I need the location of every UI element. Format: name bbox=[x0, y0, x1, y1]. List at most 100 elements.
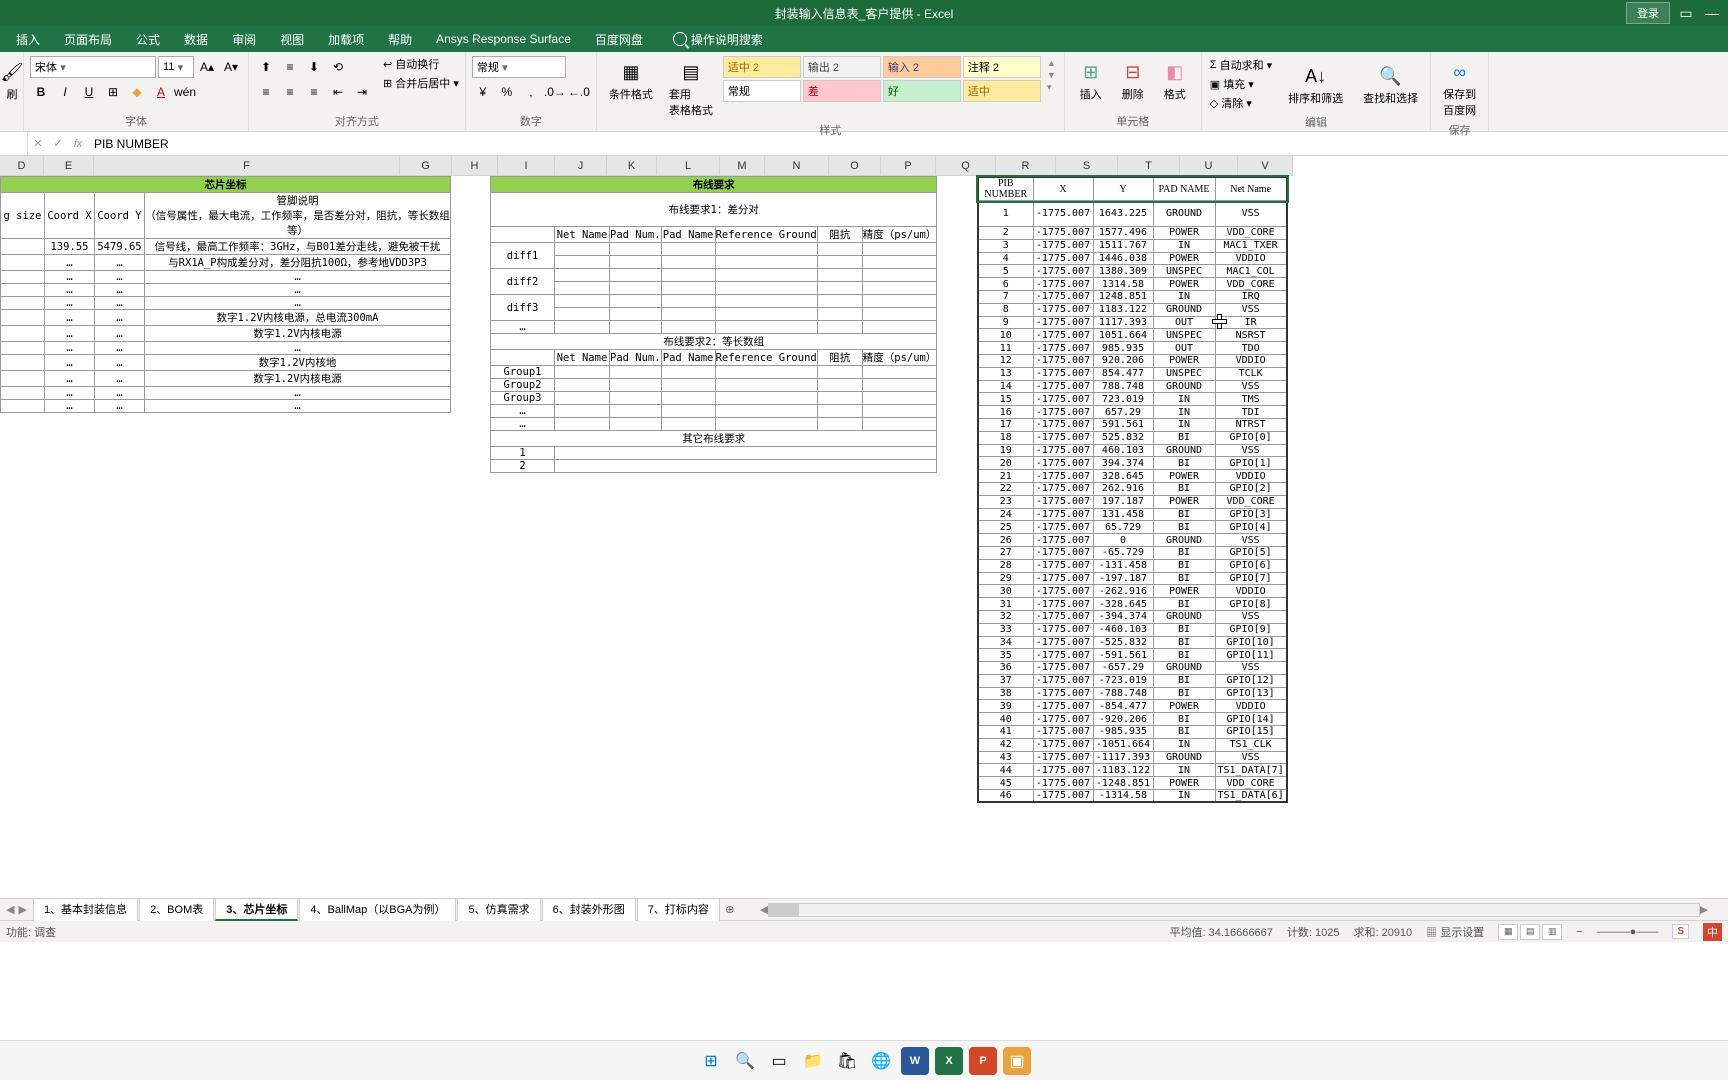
table-row[interactable]: 13-1775.007854.477UNSPECTCLK bbox=[978, 367, 1287, 380]
insert-cells-button[interactable]: ⊞插入 bbox=[1071, 56, 1111, 104]
column-header[interactable]: O bbox=[829, 156, 881, 176]
sheet-tab[interactable]: 5、仿真需求 bbox=[457, 898, 540, 921]
style-neutral2[interactable]: 适中 2 bbox=[723, 56, 801, 78]
table-row[interactable]: 3-1775.0071511.767INMAC1_TXER bbox=[978, 239, 1287, 252]
table-row[interactable]: 7-1775.0071248.851INIRQ bbox=[978, 290, 1287, 303]
table-row[interactable]: 9-1775.0071117.393OUTIR bbox=[978, 316, 1287, 329]
column-header[interactable]: M bbox=[720, 156, 765, 176]
font-color-button[interactable]: A bbox=[150, 81, 172, 103]
underline-button[interactable]: U bbox=[78, 81, 100, 103]
table-row[interactable]: 4-1775.0071446.038POWERVDDIO bbox=[978, 252, 1287, 265]
table-row[interactable]: 20-1775.007394.374BIGPIO[1] bbox=[978, 457, 1287, 470]
table-row[interactable]: 27-1775.007-65.729BIGPIO[5] bbox=[978, 546, 1287, 559]
percent-icon[interactable]: % bbox=[496, 81, 518, 103]
sheet-tab[interactable]: 4、BallMap（以BGA为例） bbox=[299, 898, 456, 921]
column-header[interactable]: L bbox=[657, 156, 720, 176]
table-row[interactable]: 32-1775.007-394.374GROUNDVSS bbox=[978, 610, 1287, 623]
enter-formula-icon[interactable]: ✓ bbox=[48, 137, 68, 150]
routing-req-table[interactable]: 布线要求 布线要求1：差分对 Net NamePad Num. Pad Name… bbox=[490, 176, 937, 473]
tab-insert[interactable]: 插入 bbox=[4, 26, 52, 52]
save-baidu-button[interactable]: ∞保存到 百度网 bbox=[1437, 56, 1482, 120]
column-header[interactable]: Q bbox=[936, 156, 996, 176]
add-sheet-button[interactable]: ⊕ bbox=[720, 903, 740, 916]
align-middle-icon[interactable]: ≡ bbox=[279, 56, 301, 78]
worksheet-grid[interactable]: DEFGHIJKLMNOPQRSTUV 芯片坐标 g size Coord X … bbox=[0, 156, 1728, 898]
merge-center-button[interactable]: ⊞ 合并后居中 ▾ bbox=[383, 75, 459, 91]
column-headers[interactable]: DEFGHIJKLMNOPQRSTUV bbox=[0, 156, 1728, 176]
column-header[interactable]: S bbox=[1056, 156, 1118, 176]
style-normal[interactable]: 常规 bbox=[723, 80, 801, 102]
column-header[interactable]: N bbox=[765, 156, 829, 176]
app-icon[interactable]: ▣ bbox=[1003, 1047, 1031, 1075]
bold-button[interactable]: B bbox=[30, 81, 52, 103]
tab-review[interactable]: 审阅 bbox=[220, 26, 268, 52]
gallery-up-icon[interactable]: ▲ bbox=[1047, 58, 1056, 68]
table-row[interactable]: 12-1775.007920.206POWERVDDIO bbox=[978, 354, 1287, 367]
ribbon-display-icon[interactable]: ▭ bbox=[1676, 4, 1696, 22]
name-box[interactable] bbox=[0, 132, 28, 155]
align-right-icon[interactable]: ≡ bbox=[303, 81, 325, 103]
column-header[interactable]: U bbox=[1180, 156, 1238, 176]
column-header[interactable]: D bbox=[0, 156, 44, 176]
style-note2[interactable]: 注释 2 bbox=[963, 56, 1041, 78]
style-output2[interactable]: 输出 2 bbox=[803, 56, 881, 78]
fill-color-button[interactable]: ◆ bbox=[126, 81, 148, 103]
align-top-icon[interactable]: ⬆ bbox=[255, 56, 277, 78]
tab-addins[interactable]: 加载项 bbox=[316, 26, 376, 52]
number-format-combo[interactable]: 常规▾ bbox=[472, 56, 566, 78]
inc-decimal-icon[interactable]: .0→ bbox=[544, 81, 566, 103]
column-header[interactable]: J bbox=[555, 156, 607, 176]
page-layout-view-icon[interactable]: ▤ bbox=[1520, 924, 1540, 940]
task-view-icon[interactable]: ▭ bbox=[765, 1047, 793, 1075]
table-row[interactable]: 43-1775.007-1117.393GROUNDVSS bbox=[978, 751, 1287, 764]
table-row[interactable]: 45-1775.007-1248.851POWERVDD_CORE bbox=[978, 777, 1287, 790]
table-row[interactable]: 31-1775.007-328.645BIGPIO[8] bbox=[978, 598, 1287, 611]
border-button[interactable]: ⊞ bbox=[102, 81, 124, 103]
table-row[interactable]: 39-1775.007-854.477POWERVDDIO bbox=[978, 700, 1287, 713]
delete-cells-button[interactable]: ⊟删除 bbox=[1113, 56, 1153, 104]
table-row[interactable]: 17-1775.007591.561INNTRST bbox=[978, 418, 1287, 431]
column-header[interactable]: G bbox=[400, 156, 452, 176]
style-neutral[interactable]: 适中 bbox=[963, 80, 1041, 102]
horizontal-scrollbar[interactable]: ◀ ▶ bbox=[740, 903, 1728, 917]
phonetic-button[interactable]: wén bbox=[174, 81, 196, 103]
autosum-button[interactable]: Σ 自动求和 ▾ bbox=[1208, 56, 1274, 74]
powerpoint-icon[interactable]: P bbox=[969, 1047, 997, 1075]
formula-input[interactable]: PIB NUMBER bbox=[88, 137, 1728, 151]
sheet-tab[interactable]: 1、基本封装信息 bbox=[33, 898, 138, 921]
comma-icon[interactable]: , bbox=[520, 81, 542, 103]
table-row[interactable]: 1-1775.0071643.225GROUNDVSS bbox=[978, 201, 1287, 227]
tab-layout[interactable]: 页面布局 bbox=[52, 26, 124, 52]
table-row[interactable]: 28-1775.007-131.458BIGPIO[6] bbox=[978, 559, 1287, 572]
increase-font-icon[interactable]: A▴ bbox=[196, 56, 218, 78]
table-row[interactable]: 11-1775.007985.935OUTTDO bbox=[978, 342, 1287, 355]
align-bottom-icon[interactable]: ⬇ bbox=[303, 56, 325, 78]
font-name-combo[interactable]: 宋体▾ bbox=[30, 56, 156, 78]
explorer-icon[interactable]: 📁 bbox=[799, 1047, 827, 1075]
chip-coord-table[interactable]: 芯片坐标 g size Coord X Coord Y 管脚说明 （信号属性，最… bbox=[0, 176, 451, 413]
column-header[interactable]: F bbox=[94, 156, 400, 176]
gallery-down-icon[interactable]: ▼ bbox=[1047, 70, 1056, 80]
indent-dec-icon[interactable]: ⇤ bbox=[327, 81, 349, 103]
table-row[interactable]: 42-1775.007-1051.664INTS1_CLK bbox=[978, 738, 1287, 751]
table-row[interactable]: 14-1775.007788.748GROUNDVSS bbox=[978, 380, 1287, 393]
sort-filter-button[interactable]: A↓排序和筛选 bbox=[1282, 56, 1349, 112]
table-row[interactable]: 5-1775.0071380.309UNSPECMAC1_COL bbox=[978, 265, 1287, 278]
tab-view[interactable]: 视图 bbox=[268, 26, 316, 52]
gallery-more-icon[interactable]: ▾ bbox=[1047, 82, 1056, 93]
style-input2[interactable]: 输入 2 bbox=[883, 56, 961, 78]
zoom-slider[interactable]: ———●—— bbox=[1597, 926, 1659, 938]
column-header[interactable]: R bbox=[996, 156, 1056, 176]
table-row[interactable]: 30-1775.007-262.916POWERVDDIO bbox=[978, 585, 1287, 598]
ime-lang[interactable]: 中 bbox=[1703, 923, 1722, 941]
table-row[interactable]: 25-1775.00765.729BIGPIO[4] bbox=[978, 521, 1287, 534]
find-select-button[interactable]: 🔍查找和选择 bbox=[1357, 56, 1424, 112]
fx-icon[interactable]: fx bbox=[68, 138, 88, 150]
format-cells-button[interactable]: ◧格式 bbox=[1155, 56, 1195, 104]
tab-help[interactable]: 帮助 bbox=[376, 26, 424, 52]
table-row[interactable]: 23-1775.007197.187POWERVDD_CORE bbox=[978, 495, 1287, 508]
column-header[interactable]: T bbox=[1118, 156, 1180, 176]
table-row[interactable]: 38-1775.007-788.748BIGPIO[13] bbox=[978, 687, 1287, 700]
table-row[interactable]: 33-1775.007-460.103BIGPIO[9] bbox=[978, 623, 1287, 636]
table-row[interactable]: 6-1775.0071314.58POWERVDD_CORE bbox=[978, 278, 1287, 291]
